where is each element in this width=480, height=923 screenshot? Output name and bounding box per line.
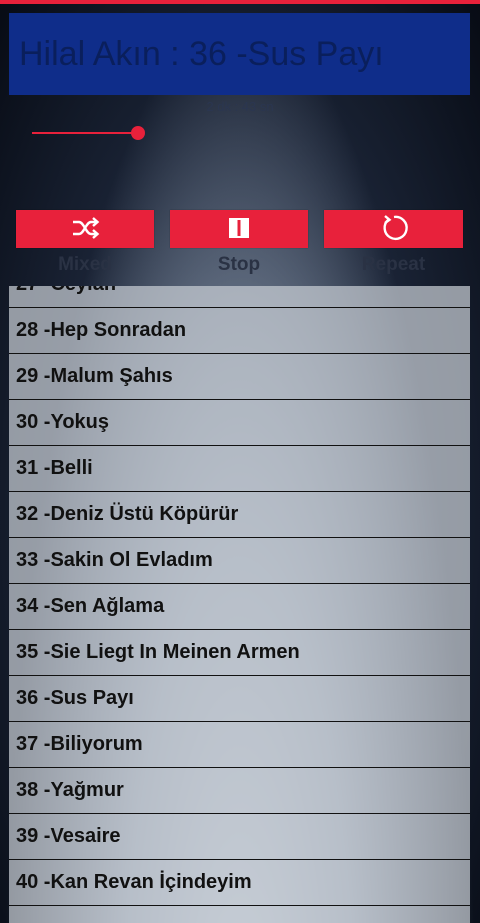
now-playing-title: Hilal Akın : 36 -Sus Payı <box>19 34 384 73</box>
top-accent-strip <box>0 0 480 4</box>
track-list-inner: 27 -Ceylan 28 -Hep Sonradan 29 -Malum Şa… <box>9 286 470 906</box>
track-row[interactable]: 36 -Sus Payı <box>9 676 470 722</box>
track-row[interactable]: 28 -Hep Sonradan <box>9 308 470 354</box>
repeat-button[interactable] <box>324 210 463 248</box>
mixed-button[interactable] <box>16 210 154 248</box>
track-row[interactable]: 38 -Yağmur <box>9 768 470 814</box>
track-row[interactable]: 31 -Belli <box>9 446 470 492</box>
track-row[interactable]: 39 -Vesaire <box>9 814 470 860</box>
track-row[interactable]: 34 -Sen Ağlama <box>9 584 470 630</box>
seek-slider-thumb[interactable] <box>131 126 146 140</box>
track-row[interactable]: 33 -Sakin Ol Evladım <box>9 538 470 584</box>
track-row[interactable]: 35 -Sie Liegt In Meinen Armen <box>9 630 470 676</box>
stop-label: Stop <box>217 254 261 275</box>
now-playing-title-bar: Hilal Akın : 36 -Sus Payı <box>9 13 470 95</box>
pause-icon <box>228 217 250 242</box>
track-row[interactable]: 30 -Yokuş <box>9 400 470 446</box>
track-row[interactable]: 29 -Malum Şahıs <box>9 354 470 400</box>
shuffle-icon <box>70 216 100 243</box>
seek-slider[interactable] <box>32 122 152 144</box>
track-list[interactable]: 27 -Ceylan 28 -Hep Sonradan 29 -Malum Şa… <box>9 286 470 923</box>
repeat-icon <box>379 213 409 246</box>
track-duration: 2 dk : 43 sn <box>206 99 274 114</box>
stop-button[interactable] <box>170 210 308 248</box>
track-row[interactable]: 37 -Biliyorum <box>9 722 470 768</box>
mixed-label: Mixed <box>58 254 112 275</box>
seek-slider-track <box>32 132 144 134</box>
track-row[interactable]: 40 -Kan Revan İçindeyim <box>9 860 470 906</box>
repeat-label: Repeat <box>361 254 426 275</box>
track-row[interactable]: 32 -Deniz Üstü Köpürür <box>9 492 470 538</box>
track-row[interactable]: 27 -Ceylan <box>9 286 470 308</box>
